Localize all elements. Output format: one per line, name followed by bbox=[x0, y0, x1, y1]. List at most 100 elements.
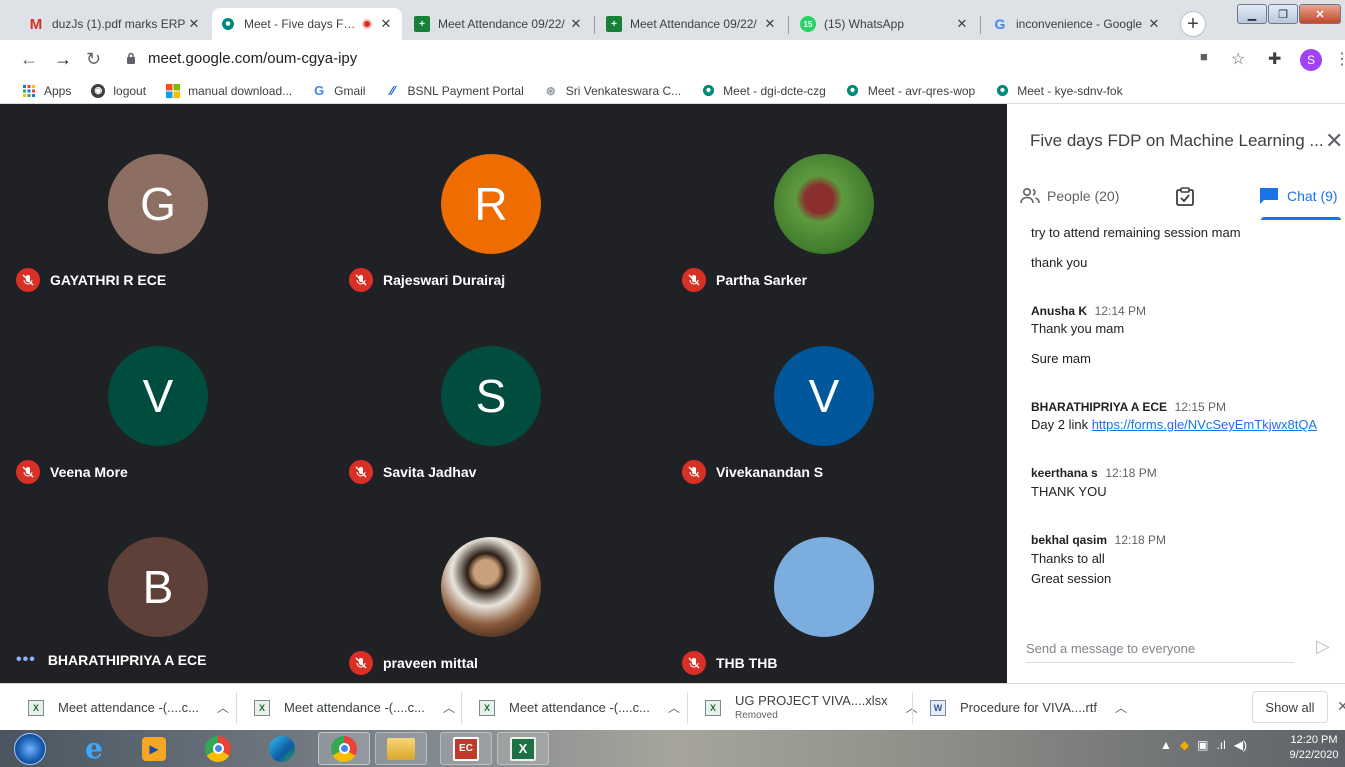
volume-icon[interactable]: ◀) bbox=[1234, 738, 1247, 752]
close-tab-icon[interactable]: ✕ bbox=[1146, 16, 1162, 32]
taskbar-excel[interactable]: X bbox=[497, 732, 549, 765]
tab-google-search[interactable]: G inconvenience - Google ✕ bbox=[984, 8, 1170, 40]
bookmark-gmail[interactable]: G Gmail bbox=[312, 83, 365, 98]
mic-muted-icon bbox=[682, 268, 706, 292]
tray-network-device-icon[interactable]: ▣ bbox=[1197, 738, 1208, 752]
participant-nameplate: Savita Jadhav bbox=[349, 460, 476, 484]
taskbar-explorer[interactable] bbox=[375, 732, 427, 765]
address-bar[interactable]: meet.google.com/oum-cgya-ipy bbox=[148, 50, 357, 67]
bookmark-apps[interactable]: Apps bbox=[22, 84, 71, 98]
tab-sheets-2[interactable]: + Meet Attendance 09/22/ ✕ bbox=[598, 8, 786, 40]
profile-avatar[interactable]: S bbox=[1300, 49, 1322, 71]
chat-input[interactable]: Send a message to everyone bbox=[1026, 637, 1294, 663]
participant-tile[interactable]: G GAYATHRI R ECE bbox=[0, 104, 334, 297]
bookmark-meet-2[interactable]: Meet - avr-qres-wop bbox=[846, 84, 975, 98]
download-item[interactable]: X UG PROJECT VIVA....xlsx Removed ︿ bbox=[705, 684, 918, 731]
microsoft-icon bbox=[166, 83, 181, 98]
chat-message-header: Anusha K 12:14 PM bbox=[1031, 303, 1146, 318]
participant-tile[interactable]: R Rajeswari Durairaj bbox=[333, 104, 667, 297]
bookmarks-bar: Apps ◉ logout manual download... G Gmail… bbox=[0, 78, 1345, 104]
close-tab-icon[interactable]: ✕ bbox=[954, 16, 970, 32]
taskbar-chrome[interactable] bbox=[192, 732, 244, 765]
start-button[interactable] bbox=[8, 732, 52, 765]
close-panel-icon[interactable]: ✕ bbox=[1325, 128, 1343, 154]
participant-avatar: G bbox=[108, 154, 208, 254]
participant-tile[interactable]: V Vivekanandan S bbox=[666, 296, 1000, 489]
taskbar-ie[interactable]: e bbox=[68, 732, 120, 765]
divider bbox=[236, 692, 237, 724]
bookmark-logout[interactable]: ◉ logout bbox=[91, 83, 146, 98]
bookmark-sri-venkateswara[interactable]: ⊛ Sri Venkateswara C... bbox=[544, 84, 681, 98]
taskbar-app-ec[interactable]: EC bbox=[440, 732, 492, 765]
participant-tile[interactable]: S Savita Jadhav bbox=[333, 296, 667, 489]
new-tab-button[interactable]: + bbox=[1180, 11, 1206, 37]
bookmark-bsnl[interactable]: ⁄⁄ BSNL Payment Portal bbox=[385, 83, 523, 98]
download-info: UG PROJECT VIVA....xlsx Removed bbox=[735, 693, 888, 723]
bookmark-meet-1[interactable]: Meet - dgi-dcte-czg bbox=[701, 84, 826, 98]
participant-tile[interactable]: praveen mittal bbox=[333, 487, 667, 680]
close-tab-icon[interactable]: ✕ bbox=[568, 16, 584, 32]
tab-gmail[interactable]: M duzJs (1).pdf marks ERP ✕ bbox=[20, 8, 210, 40]
close-shelf-icon[interactable]: ✕ bbox=[1337, 698, 1345, 715]
chevron-up-icon[interactable]: ︿ bbox=[668, 699, 680, 716]
download-item[interactable]: X Meet attendance -(....c... ︿ bbox=[28, 684, 229, 731]
reload-icon[interactable]: ↻ bbox=[86, 49, 101, 70]
restore-button[interactable]: ❐ bbox=[1268, 4, 1298, 24]
speaking-indicator-icon: ••• bbox=[16, 651, 36, 668]
tab-chat[interactable]: Chat (9) bbox=[1259, 187, 1338, 205]
send-message-icon[interactable]: ▷ bbox=[1316, 636, 1330, 657]
participant-avatar: S bbox=[441, 346, 541, 446]
chevron-up-icon[interactable]: ︿ bbox=[217, 699, 229, 716]
close-window-button[interactable]: ✕ bbox=[1299, 4, 1341, 24]
participant-tile[interactable]: THB THB bbox=[666, 487, 1000, 680]
extensions-puzzle-icon[interactable]: ✚ bbox=[1268, 49, 1281, 69]
taskbar-edge[interactable] bbox=[256, 732, 308, 765]
recording-indicator-icon bbox=[362, 19, 372, 29]
camera-in-use-icon[interactable]: ■ bbox=[1200, 49, 1208, 64]
bsnl-icon: ⁄⁄ bbox=[390, 83, 395, 98]
download-item[interactable]: W Procedure for VIVA....rtf ︿ bbox=[930, 684, 1127, 731]
ec-app-icon: EC bbox=[453, 736, 479, 761]
close-tab-icon[interactable]: ✕ bbox=[378, 16, 394, 32]
meet-icon bbox=[701, 84, 715, 98]
minimize-button[interactable]: ▁ bbox=[1237, 4, 1267, 24]
taskbar-media-player[interactable]: ▶ bbox=[128, 732, 180, 765]
tab-whatsapp[interactable]: 15 (15) WhatsApp ✕ bbox=[792, 8, 978, 40]
participant-tile[interactable]: V Veena More bbox=[0, 296, 334, 489]
participant-tile[interactable]: B ••• BHARATHIPRIYA A ECE bbox=[0, 487, 334, 680]
chat-message-body: Day 2 link bbox=[1031, 417, 1089, 432]
chevron-up-icon[interactable]: ︿ bbox=[443, 699, 455, 716]
taskbar-chrome-active[interactable] bbox=[318, 732, 370, 765]
back-arrow-icon[interactable]: ← bbox=[20, 49, 38, 70]
tray-expand-icon[interactable]: ▲ bbox=[1160, 738, 1172, 752]
bookmark-manual-download[interactable]: manual download... bbox=[166, 83, 292, 98]
google-icon: G bbox=[994, 16, 1006, 32]
tab-meet[interactable]: Meet - Five days FDP ✕ bbox=[212, 8, 402, 40]
signal-strength-icon[interactable]: .ıl bbox=[1216, 738, 1225, 752]
forward-arrow-icon[interactable]: → bbox=[54, 49, 72, 70]
mic-muted-icon bbox=[349, 651, 373, 675]
close-tab-icon[interactable]: ✕ bbox=[186, 16, 202, 32]
tab-activities[interactable] bbox=[1175, 187, 1195, 207]
browser-toolbar: ← → ↻ meet.google.com/oum-cgya-ipy ■ ☆ ✚… bbox=[0, 40, 1345, 78]
participant-tile[interactable]: Partha Sarker bbox=[666, 104, 1000, 297]
chat-link[interactable]: https://forms.gle/NVcSeyEmTkjwx8tQA bbox=[1092, 417, 1317, 432]
participant-name: Veena More bbox=[50, 464, 128, 480]
show-all-downloads-button[interactable]: Show all bbox=[1252, 691, 1328, 723]
meet-participant-grid: G GAYATHRI R ECE R Rajeswari Durairaj Pa… bbox=[0, 104, 1007, 683]
tray-app-icon[interactable]: ◆ bbox=[1180, 738, 1189, 752]
browser-menu-icon[interactable]: ⋮ bbox=[1334, 49, 1345, 69]
download-filename: Procedure for VIVA....rtf bbox=[960, 700, 1098, 715]
windows-taskbar: e ▶ EC X ▲ ◆ ▣ .ıl ◀) 12:20 PM 9/22/2020 bbox=[0, 730, 1345, 767]
chat-timestamp: 12:18 PM bbox=[1105, 466, 1157, 480]
close-tab-icon[interactable]: ✕ bbox=[762, 16, 778, 32]
download-item[interactable]: X Meet attendance -(....c... ︿ bbox=[254, 684, 455, 731]
tab-sheets-1[interactable]: + Meet Attendance 09/22/ ✕ bbox=[406, 8, 592, 40]
download-item[interactable]: X Meet attendance -(....c... ︿ bbox=[479, 684, 680, 731]
bookmark-meet-3[interactable]: Meet - kye-sdnv-fok bbox=[995, 84, 1123, 98]
bookmark-star-icon[interactable]: ☆ bbox=[1231, 49, 1245, 69]
window-controls: ▁ ❐ ✕ bbox=[1237, 4, 1341, 24]
tab-people[interactable]: People (20) bbox=[1019, 187, 1119, 205]
taskbar-clock[interactable]: 12:20 PM 9/22/2020 bbox=[1286, 733, 1342, 763]
chevron-up-icon[interactable]: ︿ bbox=[1115, 699, 1127, 716]
